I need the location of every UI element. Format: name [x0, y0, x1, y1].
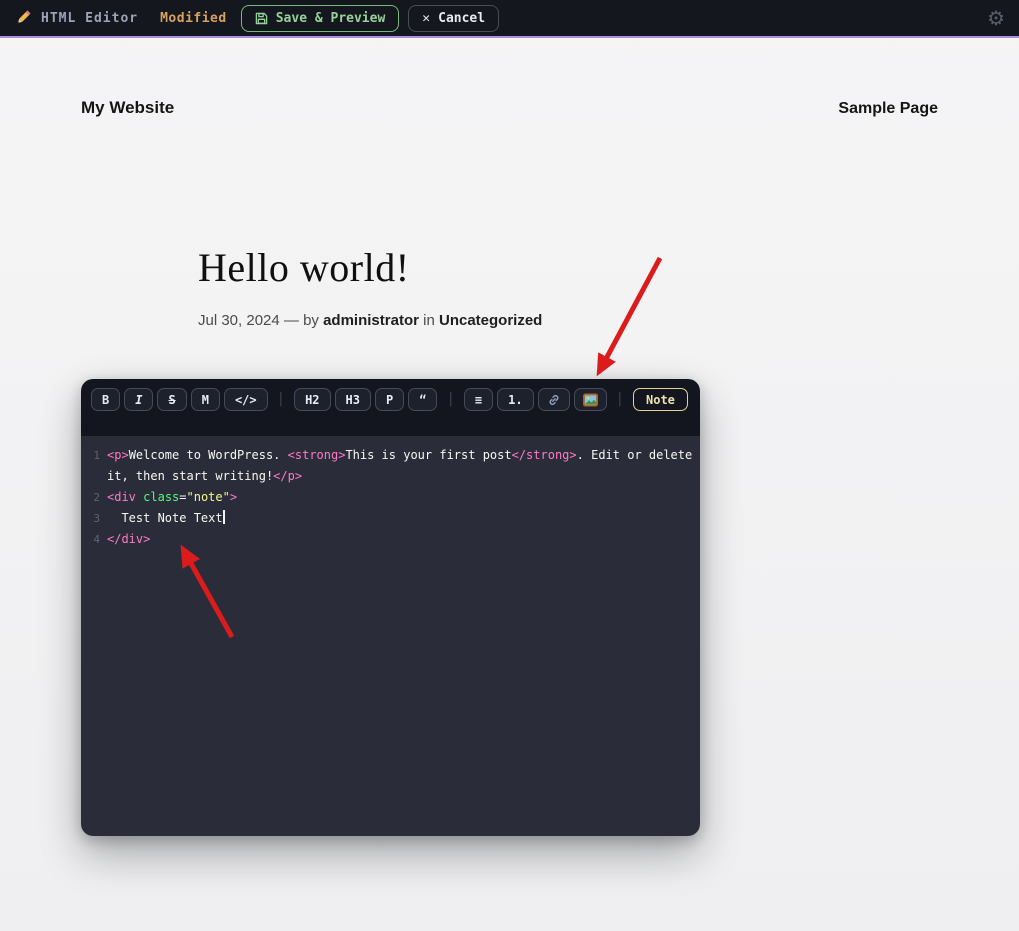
post-title: Hello world! [198, 244, 818, 291]
gear-icon[interactable]: ⚙ [987, 8, 1005, 28]
modified-badge: Modified [160, 11, 227, 26]
code-lines: 1<p>Welcome to WordPress. <strong>This i… [81, 445, 700, 550]
topbar: HTML Editor Modified Save & Preview ✕ Ca… [0, 0, 1019, 38]
cancel-label: Cancel [438, 11, 485, 26]
post-category[interactable]: Uncategorized [439, 312, 542, 329]
toolbar-separator: | [697, 391, 700, 407]
line-number [81, 466, 107, 487]
app-title: HTML Editor [41, 11, 138, 26]
blockquote-button[interactable]: “ [408, 388, 437, 411]
site-title: My Website [81, 98, 174, 118]
post-author[interactable]: administrator [323, 312, 419, 329]
floppy-disk-icon [255, 12, 268, 25]
screen: HTML Editor Modified Save & Preview ✕ Ca… [0, 0, 1019, 931]
link-button[interactable] [538, 388, 570, 411]
post-date: Jul 30, 2024 [198, 312, 280, 329]
strikethrough-button[interactable]: S [157, 388, 186, 411]
pencil-icon [14, 9, 32, 27]
meta-dash: — [284, 312, 299, 329]
meta-by-label: by [303, 312, 319, 329]
bold-button[interactable]: B [91, 388, 120, 411]
image-icon [583, 393, 598, 407]
site-header: My Website Sample Page [81, 38, 938, 118]
cancel-button[interactable]: ✕ Cancel [408, 5, 499, 32]
editor-toolbar: B I S M </> | H2 H3 P “ | ≡ 1. [81, 379, 700, 436]
heading2-button[interactable]: H2 [294, 388, 330, 411]
ordered-list-button[interactable]: 1. [497, 388, 533, 411]
toolbar-separator: | [616, 391, 624, 407]
html-editor-panel: B I S M </> | H2 H3 P “ | ≡ 1. [81, 379, 700, 836]
code-button[interactable]: </> [224, 388, 268, 411]
italic-button[interactable]: I [124, 388, 153, 411]
nav-item-sample-page[interactable]: Sample Page [838, 100, 938, 118]
code-editor-area[interactable]: 1<p>Welcome to WordPress. <strong>This i… [81, 436, 700, 836]
unordered-list-button[interactable]: ≡ [464, 388, 493, 411]
code-row: 1<p>Welcome to WordPress. <strong>This i… [81, 445, 700, 466]
code-row: it, then start writing!</p> [81, 466, 700, 487]
code-row: 4</div> [81, 529, 700, 550]
toolbar-separator: | [446, 391, 454, 407]
close-icon: ✕ [422, 11, 430, 26]
code-row: 2<div class="note"> [81, 487, 700, 508]
code-line[interactable]: <p>Welcome to WordPress. <strong>This is… [107, 445, 692, 466]
line-number: 3 [81, 508, 107, 529]
meta-in-label: in [423, 312, 435, 329]
code-line[interactable]: <div class="note"> [107, 487, 237, 508]
image-button[interactable] [574, 388, 607, 411]
link-icon [547, 393, 561, 407]
post-article: Hello world! Jul 30, 2024 — by administr… [198, 244, 818, 329]
code-line[interactable]: </div> [107, 529, 150, 550]
code-line[interactable]: it, then start writing!</p> [107, 466, 302, 487]
save-preview-label: Save & Preview [276, 11, 386, 26]
toolbar-separator: | [277, 391, 285, 407]
text-cursor [223, 510, 225, 524]
line-number: 4 [81, 529, 107, 550]
post-meta: Jul 30, 2024 — by administrator in Uncat… [198, 312, 818, 329]
heading3-button[interactable]: H3 [335, 388, 371, 411]
paragraph-button[interactable]: P [375, 388, 404, 411]
code-line[interactable]: Test Note Text [107, 508, 225, 529]
line-number: 2 [81, 487, 107, 508]
save-preview-button[interactable]: Save & Preview [241, 5, 400, 32]
mark-button[interactable]: M [191, 388, 220, 411]
page-content: My Website Sample Page Hello world! Jul … [81, 38, 938, 836]
code-row: 3 Test Note Text [81, 508, 700, 529]
note-button[interactable]: Note [633, 388, 688, 411]
line-number: 1 [81, 445, 107, 466]
